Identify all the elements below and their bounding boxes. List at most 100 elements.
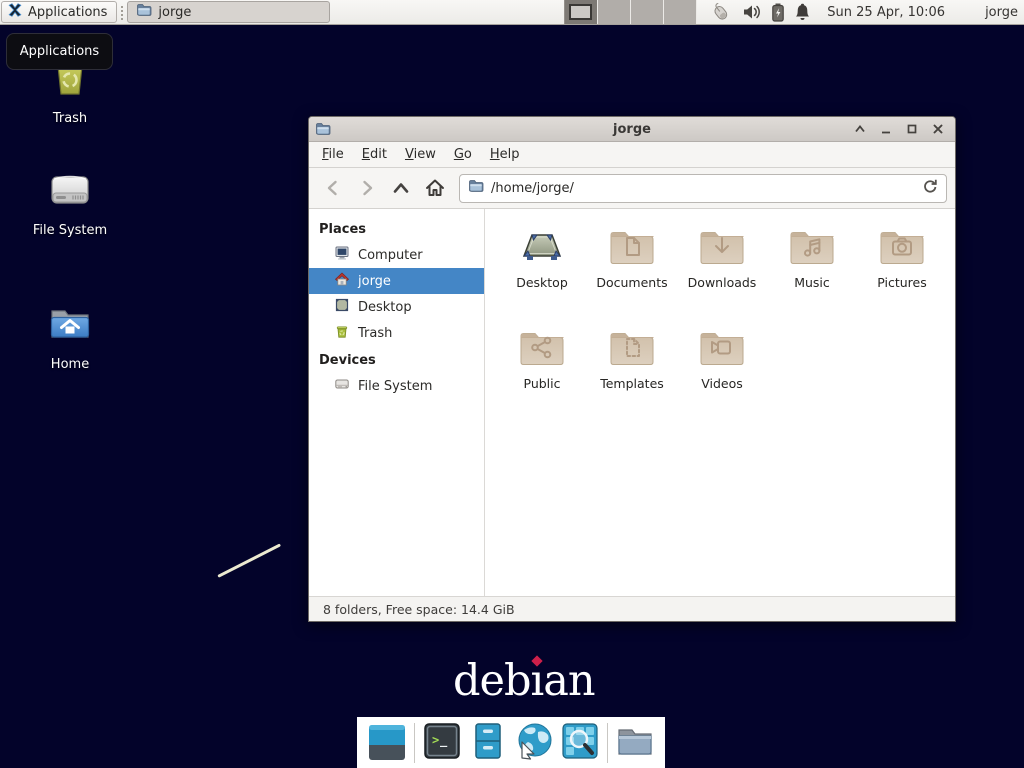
location-bar[interactable]: /home/jorge/ <box>459 174 947 203</box>
system-tray <box>697 0 821 24</box>
folder-icon <box>136 2 152 22</box>
toolbar: /home/jorge/ <box>309 168 955 209</box>
file-cabinet-icon <box>469 722 507 764</box>
desktop-icon-label: File System <box>33 223 107 238</box>
menu-item-file[interactable]: File <box>313 143 353 166</box>
svg-text:_: _ <box>440 733 448 748</box>
taskbar-window-label: jorge <box>158 5 191 20</box>
file-item-public[interactable]: Public <box>497 323 587 424</box>
workspace-3[interactable] <box>631 0 664 24</box>
workspace-4[interactable] <box>664 0 697 24</box>
window-folder-icon <box>315 121 331 137</box>
sidebar-header-places: Places <box>309 215 484 242</box>
window-titlebar[interactable]: jorge <box>309 117 955 142</box>
panel-username[interactable]: jorge <box>951 0 1024 24</box>
desktop-icon-label: Trash <box>53 111 87 126</box>
dock-app-finder-launcher[interactable] <box>561 724 599 762</box>
workspace-2[interactable] <box>598 0 631 24</box>
top-panel: Applications jorge Sun 25 Apr, 10:06 jor… <box>0 0 1024 25</box>
web-browser-icon <box>514 722 554 764</box>
dock-web-browser-launcher[interactable] <box>515 724 553 762</box>
bell-icon[interactable] <box>794 3 811 22</box>
applications-menu-button[interactable]: Applications <box>1 1 117 23</box>
taskbar-window-button[interactable]: jorge <box>127 1 330 23</box>
statusbar: 8 folders, Free space: 14.4 GiB <box>309 596 955 621</box>
file-item-documents[interactable]: Documents <box>587 222 677 323</box>
panel-separator-handle[interactable] <box>119 4 125 20</box>
file-manager-window: jorge FileEditViewGoHelp /home/jorge/ <box>308 116 956 622</box>
dock-file-cabinet-launcher[interactable] <box>469 724 507 762</box>
back-button[interactable] <box>317 173 349 203</box>
file-item-videos[interactable]: Videos <box>677 323 767 424</box>
dock-show-desktop-launcher[interactable] <box>368 724 406 762</box>
shade-button[interactable] <box>849 119 871 139</box>
sidebar-item-computer[interactable]: Computer <box>309 242 484 268</box>
dock-terminal-launcher[interactable]: >_ <box>423 724 461 762</box>
sidebar-item-jorge[interactable]: jorge <box>309 268 484 294</box>
file-item-label: Pictures <box>877 275 927 290</box>
sidebar-item-file-system[interactable]: File System <box>309 373 484 399</box>
menu-item-view[interactable]: View <box>396 143 445 166</box>
close-button[interactable] <box>927 119 949 139</box>
menubar: FileEditViewGoHelp <box>309 142 955 168</box>
shade-icon <box>854 120 866 139</box>
location-folder-icon <box>468 178 484 198</box>
statusbar-text: 8 folders, Free space: 14.4 GiB <box>323 602 515 617</box>
sidebar: Places Computer jorge Desktop Trash Devi… <box>309 209 485 596</box>
maximize-icon <box>906 120 918 139</box>
file-item-downloads[interactable]: Downloads <box>677 222 767 323</box>
dock-folder-launcher[interactable] <box>616 724 654 762</box>
sidebar-item-label: Desktop <box>358 300 412 315</box>
file-item-label: Templates <box>600 376 664 391</box>
menu-item-go[interactable]: Go <box>445 143 481 166</box>
trash-icon <box>334 323 350 343</box>
reload-icon[interactable] <box>922 178 938 198</box>
desktop-icon-file-system[interactable]: File System <box>27 168 113 238</box>
desktop-icon-label: Home <box>51 357 89 372</box>
tooltip-text: Applications <box>20 44 99 59</box>
minimize-icon <box>880 120 892 139</box>
computer-icon <box>334 245 350 265</box>
sidebar-item-label: Computer <box>358 248 423 263</box>
svg-text:>: > <box>432 733 439 747</box>
workspace-1[interactable] <box>565 0 598 24</box>
window-body: Places Computer jorge Desktop Trash Devi… <box>309 209 955 596</box>
file-item-label: Downloads <box>688 275 757 290</box>
location-path[interactable]: /home/jorge/ <box>491 181 915 196</box>
close-icon <box>932 120 944 139</box>
desktop-icon-home[interactable]: Home <box>27 300 113 372</box>
file-item-music[interactable]: Music <box>767 222 857 323</box>
dock: >_ <box>357 717 665 768</box>
videos-folder-icon <box>698 327 746 369</box>
sidebar-item-trash[interactable]: Trash <box>309 320 484 346</box>
files-view[interactable]: Desktop Documents Downloads Music Pi <box>485 209 955 596</box>
forward-button[interactable] <box>351 173 383 203</box>
minimize-button[interactable] <box>875 119 897 139</box>
pictures-folder-icon <box>878 226 926 268</box>
home-button[interactable] <box>419 173 451 203</box>
file-item-desktop[interactable]: Desktop <box>497 222 587 323</box>
workspace-pager[interactable] <box>564 0 697 24</box>
folder-icon <box>615 723 655 763</box>
documents-folder-icon <box>608 226 656 268</box>
panel-clock[interactable]: Sun 25 Apr, 10:06 <box>821 0 951 24</box>
terminal-icon: >_ <box>423 722 461 764</box>
sidebar-item-desktop[interactable]: Desktop <box>309 294 484 320</box>
file-item-label: Music <box>794 275 830 290</box>
applications-menu-label: Applications <box>28 5 107 20</box>
file-item-pictures[interactable]: Pictures <box>857 222 947 323</box>
mouse-icon[interactable] <box>709 3 733 22</box>
app-finder-icon <box>561 722 599 764</box>
music-folder-icon <box>788 226 836 268</box>
up-button[interactable] <box>385 173 417 203</box>
menu-item-help[interactable]: Help <box>481 143 529 166</box>
desktop: Applications jorge Sun 25 Apr, 10:06 jor… <box>0 0 1024 768</box>
xfce-applications-icon <box>7 2 23 22</box>
volume-icon[interactable] <box>742 3 762 21</box>
file-item-templates[interactable]: Templates <box>587 323 677 424</box>
show-desktop-icon <box>368 722 406 764</box>
battery-icon[interactable] <box>771 3 785 22</box>
sidebar-item-label: Trash <box>358 326 392 341</box>
menu-item-edit[interactable]: Edit <box>353 143 396 166</box>
maximize-button[interactable] <box>901 119 923 139</box>
